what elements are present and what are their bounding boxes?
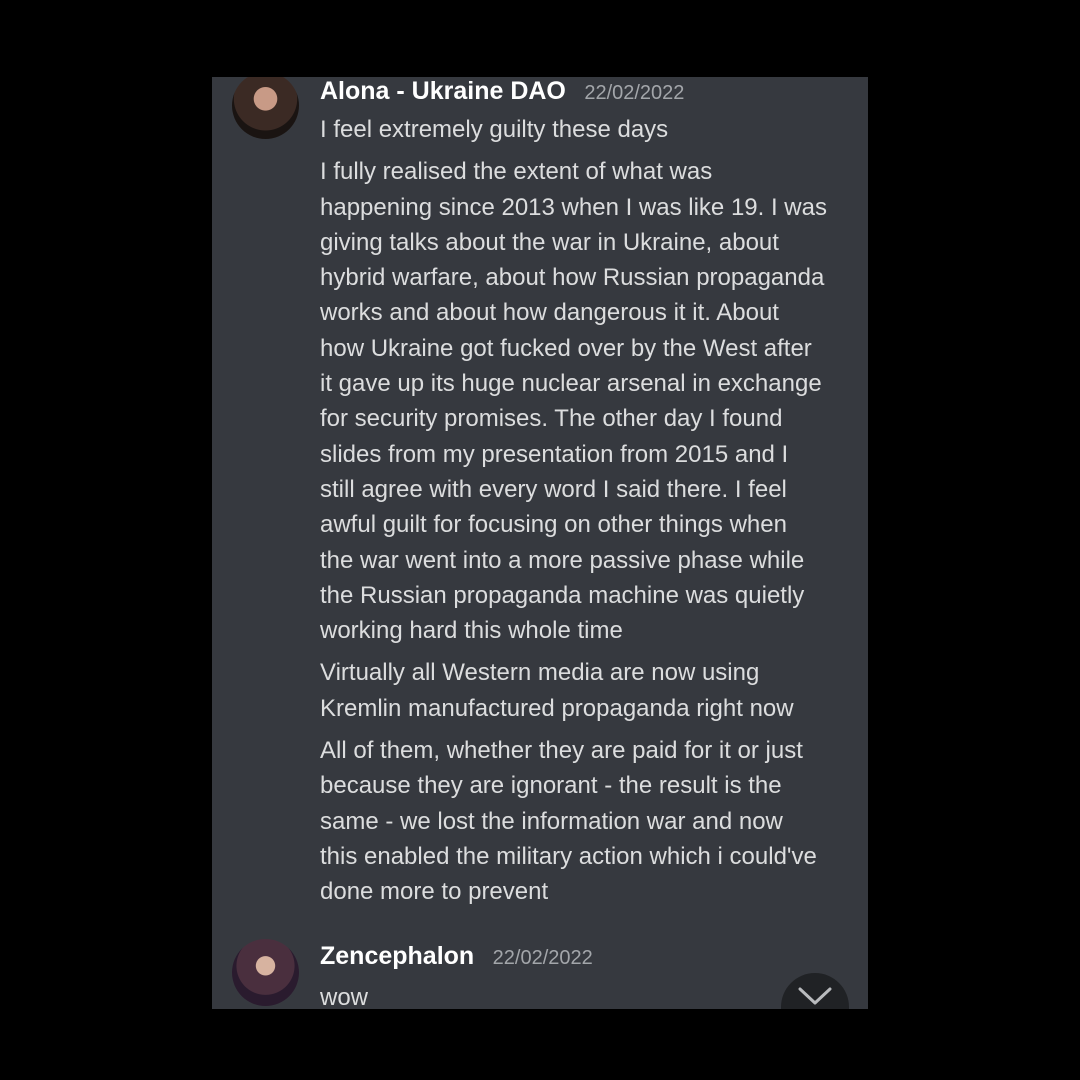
message-line: Virtually all Western media are now usin… [320,659,760,687]
username[interactable]: Zencephalon [320,942,474,970]
message-line: same - we lost the information war and n… [320,807,783,835]
message-paragraph: All of them, whether they are paid for i… [320,733,860,909]
message-line: still agree with every word I said there… [320,475,787,503]
chat-panel: Alona - Ukraine DAO 22/02/2022 I feel ex… [212,77,868,1009]
username[interactable]: Alona - Ukraine DAO [320,77,566,105]
message-line: working hard this whole time [320,617,623,645]
message-line: Kremlin manufactured propaganda right no… [320,694,794,722]
timestamp: 22/02/2022 [584,82,685,104]
message-line: done more to prevent [320,878,549,906]
message-header: Alona - Ukraine DAO 22/02/2022 [320,77,684,107]
avatar[interactable] [232,77,299,139]
message-line: I fully realised the extent of what was [320,158,713,186]
message-paragraph: Virtually all Western media are now usin… [320,655,860,726]
message-line: slides from my presentation from 2015 an… [320,440,789,468]
message-line: it gave up its huge nuclear arsenal in e… [320,370,822,398]
message-line: wow [320,984,369,1009]
message-line: awful guilt for focusing on other things… [320,511,787,539]
message-paragraph: I fully realised the extent of what was h… [320,154,860,648]
message-body: wow [320,980,860,1009]
message-line: hybrid warfare, about how Russian propag… [320,264,825,292]
message-line: works and about how dangerous it it. Abo… [320,299,779,327]
message-header: Zencephalon 22/02/2022 [320,942,593,972]
chevron-down-icon [798,987,832,1005]
scroll-to-bottom-button[interactable] [781,973,849,1009]
message-line: All of them, whether they are paid for i… [320,737,803,765]
avatar[interactable] [232,939,299,1006]
message-line: for security promises. The other day I f… [320,405,783,433]
message-paragraph: I feel extremely guilty these days [320,112,860,147]
message-line: I feel extremely guilty these days [320,116,669,143]
timestamp: 22/02/2022 [492,947,593,969]
message-paragraph: wow [320,980,860,1009]
message-line: giving talks about the war in Ukraine, a… [320,228,779,256]
message-line: because they are ignorant - the result i… [320,772,782,800]
message-body: I feel extremely guilty these days I full… [320,112,860,917]
message-line: this enabled the military action which i… [320,842,817,870]
message-line: the war went into a more passive phase w… [320,546,805,574]
message-line: the Russian propaganda machine was quiet… [320,581,805,609]
message-line: how Ukraine got fucked over by the West … [320,334,812,362]
message-line: happening since 2013 when I was like 19.… [320,193,827,221]
